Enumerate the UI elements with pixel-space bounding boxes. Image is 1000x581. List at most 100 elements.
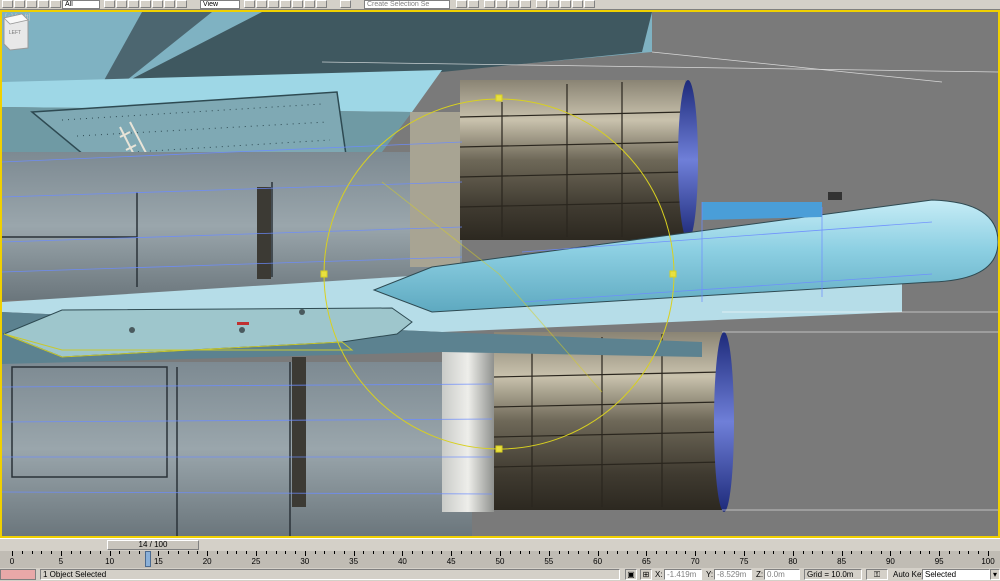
viewcube[interactable]: LEFT [2,12,30,52]
ruler-tick [460,551,462,554]
pivot-center-button[interactable] [244,0,255,8]
undo-button[interactable] [2,0,13,8]
selection-lock-icon[interactable]: ▾ [990,569,1000,580]
align-button[interactable] [468,0,479,8]
ruler-tick [978,551,980,554]
y-coord-field[interactable]: -8.529m [714,569,752,580]
ruler-tick [490,551,492,554]
ruler-tick [373,551,375,554]
render-iterative-button[interactable] [584,0,595,8]
percent-snap-button[interactable] [304,0,315,8]
ruler-tick [880,551,882,554]
time-slider-thumb[interactable]: 14 / 100 [107,540,199,550]
select-object-button[interactable] [104,0,115,8]
upper-afterburner-ring [410,112,460,267]
ruler-tick [480,551,482,554]
ruler-tick [578,551,580,554]
ruler-tick [900,551,902,554]
ruler-tick [704,551,706,554]
material-editor-button[interactable] [536,0,547,8]
ruler-tick [851,551,853,554]
select-manipulate-button[interactable] [256,0,267,8]
ruler-number: 20 [202,557,212,566]
ruler-tick [617,551,619,554]
bind-space-warp-button[interactable] [50,0,61,8]
schematic-view-button[interactable] [520,0,531,8]
ruler-tick [12,551,13,556]
ruler-tick [70,551,72,554]
ruler-tick [41,551,43,554]
x-coord-field[interactable]: -1.419m [664,569,702,580]
ruler-number: 15 [153,557,163,566]
ruler-tick [988,551,989,556]
ruler-tick [714,551,716,554]
ruler-tick [968,551,970,554]
lock-icon[interactable]: ▣ [625,569,637,580]
select-link-button[interactable] [26,0,37,8]
ruler-tick [451,551,453,556]
rendered-frame-button[interactable] [560,0,571,8]
render-production-button[interactable] [572,0,583,8]
left-viewport[interactable]: [+] [Left] LEFT [0,10,1000,538]
ruler-tick [177,551,179,554]
track-bar[interactable]: 0 5 10 15 20 25 30 35 40 45 50 55 60 65 70 75 80 85 90 95 10… [0,551,1000,568]
select-rotate-button[interactable] [164,0,175,8]
ruler-tick [675,551,677,554]
ruler-tick [304,551,306,556]
keyboard-shortcut-override-button[interactable] [268,0,279,8]
mirror-button[interactable] [456,0,467,8]
ruler-tick [500,551,501,556]
select-move-button[interactable] [152,0,163,8]
ruler-tick [802,551,804,554]
redo-button[interactable] [14,0,25,8]
ruler-tick [265,551,267,554]
render-setup-button[interactable] [548,0,559,8]
graphite-toggle-button[interactable] [496,0,507,8]
reference-coordinate-dropdown[interactable]: View [200,0,240,9]
ruler-tick [568,551,570,554]
spinner-snap-button[interactable] [316,0,327,8]
ruler-tick [724,551,726,554]
ruler-tick [207,551,209,556]
select-by-name-button[interactable] [116,0,127,8]
layer-manager-button[interactable] [484,0,495,8]
ruler-tick [841,551,843,556]
maxscript-mini-listener[interactable] [0,569,36,580]
ruler-tick [929,551,931,554]
ruler-tick [51,551,53,554]
ruler-tick [783,551,785,554]
ruler-tick [812,551,814,554]
ruler-tick [695,551,697,556]
ruler-tick [558,551,560,554]
rectangular-selection-button[interactable] [128,0,139,8]
z-coord-field[interactable]: 0.0m [764,569,800,580]
selection-status-text: 1 Object Selected [40,569,620,580]
ruler-tick [646,551,648,556]
ruler-number: 60 [593,557,603,566]
angle-snap-button[interactable] [292,0,303,8]
ruler-tick [607,551,609,554]
ruler-tick [216,551,218,554]
select-scale-button[interactable] [176,0,187,8]
named-selection-set-dropdown[interactable]: Create Selection Se [364,0,450,9]
ruler-number: 65 [641,557,651,566]
ruler-tick [226,551,228,554]
snaps-toggle-button[interactable] [280,0,291,8]
ruler-number: 100 [981,557,995,566]
ruler-number: 90 [885,557,895,566]
ruler-tick [431,551,433,554]
window-crossing-button[interactable] [140,0,151,8]
ruler-tick [187,551,189,554]
edit-named-selection-button[interactable] [340,0,351,8]
ruler-tick [539,551,541,554]
auto-key-button[interactable]: Auto Key [893,569,925,580]
key-icon[interactable]: ⚿ [866,569,888,580]
absolute-mode-icon[interactable]: ⊞ [640,569,652,580]
curve-editor-button[interactable] [508,0,519,8]
unlink-button[interactable] [38,0,49,8]
status-bar: 1 Object Selected ▣ ⊞ X: -1.419m Y: -8.5… [0,568,1000,581]
ruler-tick [441,551,443,554]
key-filter-dropdown[interactable]: Selected [922,569,990,580]
ruler-tick [285,551,287,554]
selection-filter-dropdown[interactable]: All [62,0,100,9]
